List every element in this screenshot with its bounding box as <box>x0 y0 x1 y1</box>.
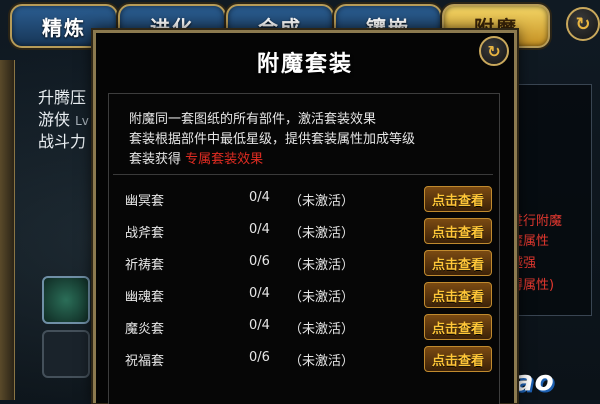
item-level-label: Lv <box>75 114 89 128</box>
view-set-button[interactable]: 点击查看 <box>424 314 492 340</box>
refresh-icon[interactable]: ↻ <box>566 7 600 41</box>
set-name: 幽冥套 <box>125 194 165 209</box>
set-status: （未激活） <box>289 322 355 337</box>
set-count: 0/4 <box>249 286 270 301</box>
left-frame-border <box>0 60 15 400</box>
set-name: 祝福套 <box>125 354 165 369</box>
set-count: 0/4 <box>249 222 270 237</box>
description-line: 套装获得 专属套装效果 <box>129 148 263 167</box>
item-class: 游侠 Lv <box>38 106 89 130</box>
set-name: 战斧套 <box>125 226 165 241</box>
view-set-button[interactable]: 点击查看 <box>424 186 492 212</box>
dialog-title: 附魔套装 <box>256 52 353 77</box>
set-name: 幽魂套 <box>125 290 165 305</box>
set-status: （未激活） <box>289 290 355 305</box>
equipment-slot-icon[interactable] <box>42 276 90 324</box>
set-row: 幽魂套 0/4 （未激活） 点击查看 <box>109 280 499 312</box>
view-set-button[interactable]: 点击查看 <box>424 218 492 244</box>
close-icon[interactable]: ↻ <box>479 36 509 66</box>
set-status: （未激活） <box>289 226 355 241</box>
set-status: （未激活） <box>289 258 355 273</box>
enchant-hint-line: 进行附魔 <box>510 214 563 229</box>
set-row: 魔炎套 0/4 （未激活） 点击查看 <box>109 312 499 344</box>
set-count: 0/4 <box>249 318 270 333</box>
set-row: 幽冥套 0/4 （未激活） 点击查看 <box>109 184 499 216</box>
set-count: 0/6 <box>249 254 270 269</box>
item-name: 升腾压 <box>38 88 87 107</box>
item-class-label: 游侠 <box>38 110 71 129</box>
divider <box>113 174 493 175</box>
description-line: 附魔同一套图纸的所有部件，激活套装效果 <box>129 112 377 127</box>
item-power: 战斗力 <box>38 132 87 151</box>
set-status: （未激活） <box>289 194 355 209</box>
view-set-button[interactable]: 点击查看 <box>424 346 492 372</box>
set-count: 0/6 <box>249 350 270 365</box>
view-set-button[interactable]: 点击查看 <box>424 282 492 308</box>
description-line: 套装根据部件中最低星级，提供套装属性加成等级 <box>129 132 416 147</box>
empty-slot[interactable] <box>42 330 90 378</box>
set-row: 祈祷套 0/6 （未激活） 点击查看 <box>109 248 499 280</box>
set-status: （未激活） <box>289 354 355 369</box>
set-count: 0/4 <box>249 190 270 205</box>
exclusive-effect-highlight: 专属套装效果 <box>185 152 264 167</box>
view-set-button[interactable]: 点击查看 <box>424 250 492 276</box>
set-list-panel: 附魔同一套图纸的所有部件，激活套装效果 套装根据部件中最低星级，提供套装属性加成… <box>108 93 500 404</box>
description-prefix: 套装获得 <box>129 152 182 167</box>
set-row: 战斧套 0/4 （未激活） 点击查看 <box>109 216 499 248</box>
set-name: 祈祷套 <box>125 258 165 273</box>
set-name: 魔炎套 <box>125 322 165 337</box>
set-row: 祝福套 0/6 （未激活） 点击查看 <box>109 344 499 376</box>
enchant-set-dialog: 附魔套装 ↻ 附魔同一套图纸的所有部件，激活套装效果 套装根据部件中最低星级，提… <box>93 30 517 404</box>
